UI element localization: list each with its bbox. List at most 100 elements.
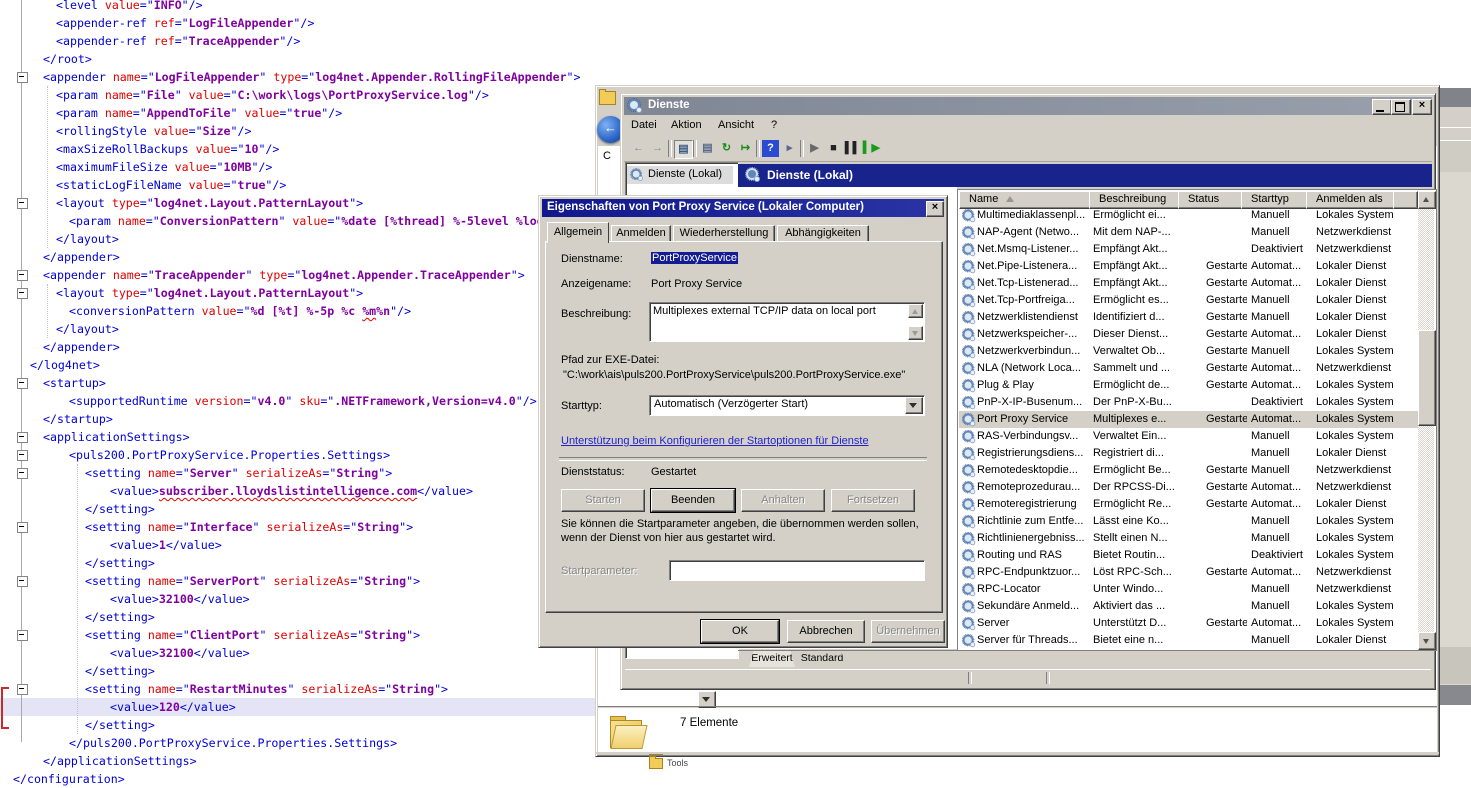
service-row[interactable]: Net.Tcp-Listenerad...Empfängt Akt...Gest… (959, 275, 1418, 292)
menu-item-help[interactable]: ? (771, 119, 777, 131)
service-row[interactable]: RPC-Endpunktzuor...Löst RPC-Sch...Gestar… (959, 564, 1418, 581)
code-collapse-box[interactable] (17, 522, 28, 533)
code-line: <value>120</value> (0, 698, 620, 716)
apply-button[interactable]: Übernehmen (871, 620, 945, 643)
textarea-scroll-up-button[interactable] (908, 304, 923, 318)
service-row[interactable]: Remotedesktopdie...Ermöglicht Be...Gesta… (959, 462, 1418, 479)
description-textarea[interactable]: Multiplexes external TCP/IP data on loca… (649, 302, 925, 342)
combobox-dropdown-button[interactable] (905, 397, 923, 414)
scroll-up-button[interactable] (1418, 191, 1436, 209)
service-row[interactable]: Richtlinienergebniss...Stellt einen N...… (959, 530, 1418, 547)
tab-standard[interactable]: Standard (798, 651, 846, 667)
code-collapse-box[interactable] (17, 378, 28, 389)
services-list[interactable]: NameBeschreibungStatusStarttypAnmelden a… (957, 189, 1437, 651)
service-row[interactable]: Server für Threads...Bietet eine n...Man… (959, 632, 1418, 649)
tree-item-dienste-lokal[interactable]: Dienste (Lokal) (627, 166, 733, 184)
service-name-value[interactable]: PortProxyService (651, 252, 738, 264)
service-row[interactable]: NetzwerklistendienstIdentifiziert d...Ge… (959, 309, 1418, 326)
code-collapse-box[interactable] (17, 270, 28, 281)
code-line: <staticLogFileName value="true"/> (0, 176, 620, 194)
restart-service-icon[interactable]: ▍▶ (863, 140, 880, 157)
service-row[interactable]: Registrierungsdiens...Registriert di...M… (959, 445, 1418, 462)
ok-button[interactable]: OK (701, 620, 779, 643)
services-node-icon (631, 169, 643, 181)
textarea-scroll-down-button[interactable] (908, 326, 923, 340)
service-row[interactable]: NLA (Network Loca...Sammelt und ...Gesta… (959, 360, 1418, 377)
beenden-button[interactable]: Beenden (651, 489, 735, 512)
service-row[interactable]: Remoteprozedurau...Der RPCSS-Di...Gestar… (959, 479, 1418, 496)
start-service-icon[interactable]: ▶ (806, 140, 823, 157)
code-collapse-box[interactable] (17, 468, 28, 479)
service-name: Registrierungsdiens... (977, 445, 1089, 462)
forward-icon[interactable]: → (649, 140, 666, 157)
services-titlebar[interactable]: Dienste × (624, 97, 1432, 115)
minimize-button[interactable] (1372, 99, 1392, 115)
explorer-tree-item[interactable]: Tools (649, 758, 688, 772)
service-starttype: Automat... (1251, 326, 1312, 343)
extended-view-icon[interactable]: ▸ (781, 140, 798, 157)
help-icon[interactable]: ? (762, 140, 779, 157)
fortsetzen-button[interactable]: Fortsetzen (831, 489, 915, 512)
properties-icon[interactable]: ▤ (699, 140, 716, 157)
screen: { "editor": { "outline_boxes": [5,12,16,… (0, 0, 1471, 787)
menu-item-aktion[interactable]: Aktion (671, 119, 702, 131)
startoptions-help-link[interactable]: Unterstützung beim Konfigurieren der Sta… (561, 435, 869, 447)
service-status: Gestartet (1206, 496, 1247, 513)
service-row[interactable]: Multimediaklassenpl...Ermöglicht ei...Ma… (959, 207, 1418, 224)
service-name: RPC-Endpunktzuor... (977, 564, 1089, 581)
service-row[interactable]: NAP-Agent (Netwo...Mit dem NAP-...Manuel… (959, 224, 1418, 241)
code-collapse-box[interactable] (17, 288, 28, 299)
anhalten-button[interactable]: Anhalten (741, 489, 825, 512)
maximize-button[interactable] (1391, 99, 1411, 115)
service-row[interactable]: PnP-X-IP-Busenum...Der PnP-X-Bu...Deakti… (959, 394, 1418, 411)
export-list-icon[interactable]: ↦ (737, 140, 754, 157)
code-collapse-box[interactable] (17, 576, 28, 587)
starttype-combobox[interactable]: Automatisch (Verzögerter Start) (649, 395, 925, 416)
code-line: <appender-ref ref="TraceAppender"/> (0, 32, 620, 50)
code-collapse-box[interactable] (17, 684, 28, 695)
stop-service-icon[interactable]: ■ (825, 140, 842, 157)
service-row[interactable]: Routing und RASBietet Routin...Deaktivie… (959, 547, 1418, 564)
code-line: <setting name="ServerPort" serializeAs="… (0, 572, 620, 590)
service-gear-icon (963, 363, 976, 376)
menu-item-ansicht[interactable]: Ansicht (718, 119, 754, 131)
service-row[interactable]: RemoteregistrierungErmöglicht Re...Gesta… (959, 496, 1418, 513)
scrollbar-thumb[interactable] (1418, 330, 1436, 426)
list-scrollbar[interactable] (1418, 191, 1434, 648)
code-line: <param name="ConversionPattern" value="%… (0, 212, 620, 230)
properties-dialog: Eigenschaften von Port Proxy Service (Lo… (538, 195, 948, 648)
code-collapse-box[interactable] (17, 72, 28, 83)
code-collapse-box[interactable] (17, 450, 28, 461)
service-gear-icon (963, 533, 976, 546)
code-collapse-box[interactable] (17, 630, 28, 641)
starten-button[interactable]: Starten (561, 489, 645, 512)
pause-service-icon[interactable]: ▌▌ (844, 140, 861, 157)
service-row[interactable]: Net.Pipe-Listenera...Empfängt Akt...Gest… (959, 258, 1418, 275)
service-row[interactable]: Richtlinie zum Entfe...Lässt eine Ko...M… (959, 513, 1418, 530)
code-collapse-box[interactable] (17, 432, 28, 443)
service-row[interactable]: Sekundäre Anmeld...Aktiviert das ...Manu… (959, 598, 1418, 615)
back-icon[interactable]: ← (630, 140, 647, 157)
service-row[interactable]: Net.Msmq-Listener...Empfängt Akt...Deakt… (959, 241, 1418, 258)
show-console-tree-icon[interactable]: ▤ (674, 140, 693, 159)
service-starttype: Automat... (1251, 258, 1312, 275)
code-collapse-box[interactable] (17, 198, 28, 209)
service-row[interactable]: Plug & PlayErmöglicht de...GestartetAuto… (959, 377, 1418, 394)
service-row[interactable]: ServerUnterstützt D...GestartetAutomat..… (959, 615, 1418, 632)
code-line: </startup> (0, 410, 620, 428)
cancel-button[interactable]: Abbrechen (787, 620, 865, 643)
startparam-input[interactable] (669, 560, 925, 581)
menu-item-datei[interactable]: Datei (631, 119, 657, 131)
tab-erweitert[interactable]: Erweitert (749, 651, 795, 667)
close-button[interactable]: × (1412, 99, 1432, 115)
service-gear-icon (963, 618, 976, 631)
service-row[interactable]: Netzwerkverbindun...Verwaltet Ob...Gesta… (959, 343, 1418, 360)
service-row[interactable]: Port Proxy ServiceMultiplexes e...Gestar… (959, 411, 1418, 428)
refresh-icon[interactable]: ↻ (718, 140, 735, 157)
service-row[interactable]: RAS-Verbindungsv...Verwaltet Ein...Manue… (959, 428, 1418, 445)
service-row[interactable]: RPC-LocatorUnter Windo...ManuellNetzwerk… (959, 581, 1418, 598)
service-row[interactable]: Net.Tcp-Portfreiga...Ermöglicht es...Ges… (959, 292, 1418, 309)
service-row[interactable]: Netzwerkspeicher-...Dieser Dienst...Gest… (959, 326, 1418, 343)
indent-guide (47, 284, 49, 338)
scroll-down-button[interactable] (1418, 632, 1436, 650)
